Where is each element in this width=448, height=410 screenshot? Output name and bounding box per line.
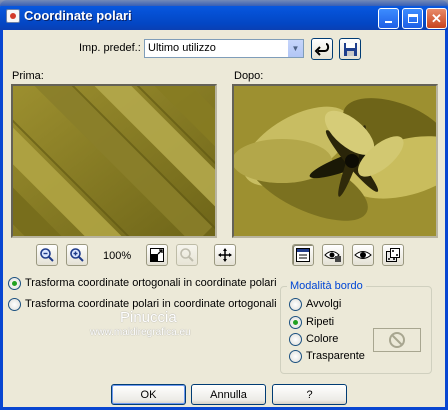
after-preview-label: Dopo: xyxy=(234,70,264,82)
ok-label: OK xyxy=(140,388,157,401)
undo-arrow-icon xyxy=(314,43,330,56)
ok-button[interactable]: OK xyxy=(111,384,186,405)
randomize-button[interactable] xyxy=(382,244,404,266)
edge-transparent-radio[interactable] xyxy=(289,350,302,363)
eye-icon xyxy=(354,251,372,259)
window-title: Coordinate polari xyxy=(24,8,132,23)
move-crosshair-icon xyxy=(218,248,232,262)
fit-to-window-button[interactable] xyxy=(146,244,168,266)
edge-color-swatch[interactable] xyxy=(373,328,421,352)
zoom-level: 100% xyxy=(103,250,132,262)
chevron-down-icon: ▼ xyxy=(287,40,303,57)
show-preview-button[interactable] xyxy=(352,244,374,266)
title-bar: Coordinate polari ✕ xyxy=(0,0,448,30)
preview-window-icon xyxy=(296,248,310,262)
save-preset-button[interactable] xyxy=(339,38,361,60)
minimize-button[interactable] xyxy=(378,8,399,29)
before-preview[interactable] xyxy=(11,84,217,238)
polar-to-rect-radio[interactable] xyxy=(8,298,21,311)
after-preview[interactable] xyxy=(232,84,438,238)
watermark-name: Pinuccia xyxy=(120,309,177,326)
magnifier-icon xyxy=(180,248,194,262)
lock-eye-icon xyxy=(324,251,341,262)
zoom-actual-button[interactable] xyxy=(176,244,198,266)
rect-to-polar-radio[interactable] xyxy=(8,277,21,290)
maximize-icon xyxy=(407,14,418,23)
magnifier-minus-icon xyxy=(40,248,54,262)
edge-wrap-label[interactable]: Avvolgi xyxy=(306,298,341,310)
before-preview-image xyxy=(13,86,215,236)
rect-to-polar-label[interactable]: Trasforma coordinate ortogonali in coord… xyxy=(25,277,277,289)
cancel-label: Annulla xyxy=(210,388,247,401)
resize-window-icon xyxy=(150,248,164,262)
zoom-in-button[interactable] xyxy=(66,244,88,266)
edge-color-label[interactable]: Colore xyxy=(306,333,338,345)
zoom-out-button[interactable] xyxy=(36,244,58,266)
preset-value: Ultimo utilizzo xyxy=(148,42,216,54)
dice-icon xyxy=(386,248,400,262)
cancel-button[interactable]: Annulla xyxy=(191,384,266,405)
help-button[interactable]: ? xyxy=(272,384,347,405)
edge-transparent-label[interactable]: Trasparente xyxy=(306,350,365,362)
save-icon xyxy=(343,42,357,56)
edge-mode-title: Modalità bordo xyxy=(287,280,366,292)
pan-button[interactable] xyxy=(214,244,236,266)
edge-repeat-label[interactable]: Ripeti xyxy=(306,316,334,328)
preset-label: Imp. predef.: xyxy=(79,42,141,54)
app-icon xyxy=(6,9,20,23)
title-bar-strip xyxy=(0,0,448,6)
close-button[interactable]: ✕ xyxy=(426,8,447,29)
help-label: ? xyxy=(306,388,313,401)
maximize-button[interactable] xyxy=(402,8,423,29)
after-preview-image xyxy=(234,86,436,236)
preset-select[interactable]: Ultimo utilizzo ▼ xyxy=(144,39,304,58)
minimize-icon xyxy=(385,20,392,23)
edge-repeat-radio[interactable] xyxy=(289,316,302,329)
before-preview-label: Prima: xyxy=(12,70,44,82)
no-color-icon xyxy=(389,332,405,348)
watermark-site: www.maidiregrafica.eu xyxy=(90,327,191,338)
edge-wrap-radio[interactable] xyxy=(289,298,302,311)
magnifier-plus-icon xyxy=(70,248,84,262)
edge-color-radio[interactable] xyxy=(289,333,302,346)
preview-toggle-button[interactable] xyxy=(292,244,314,266)
lock-preview-button[interactable] xyxy=(322,244,344,266)
close-icon: ✕ xyxy=(431,10,442,26)
reset-preset-button[interactable] xyxy=(311,38,333,60)
